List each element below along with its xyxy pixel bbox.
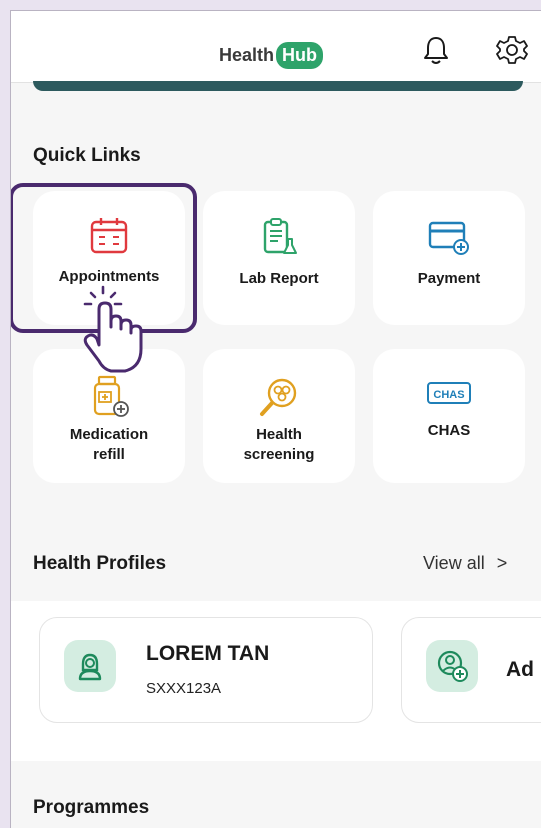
- bell-icon[interactable]: [419, 33, 453, 67]
- quick-link-label: Appointments: [58, 268, 160, 285]
- person-icon: [78, 653, 102, 681]
- quick-link-chas[interactable]: CHAS CHAS: [373, 349, 525, 483]
- profile-name: LOREM TAN: [146, 642, 270, 665]
- quick-link-lab-report[interactable]: Lab Report: [203, 191, 355, 325]
- quick-link-health-screening[interactable]: Health screening: [203, 349, 355, 483]
- profile-id: SXXX123A: [146, 680, 222, 697]
- calendar-icon: [90, 218, 128, 254]
- gear-icon[interactable]: [495, 33, 529, 67]
- pill-bottle-icon: [93, 375, 129, 417]
- svg-text:CHAS: CHAS: [433, 389, 464, 401]
- quick-links-title: Quick Links: [33, 145, 141, 166]
- avatar: [64, 640, 116, 692]
- healthhub-logo[interactable]: Health Hub: [219, 35, 329, 75]
- programmes-title: Programmes: [33, 797, 150, 818]
- app-header: Health Hub: [11, 11, 541, 83]
- quick-link-label: Lab Report: [239, 270, 319, 287]
- add-profile-label: Ad: [506, 658, 534, 681]
- clipboard-flask-icon: [263, 218, 297, 254]
- add-profile-card[interactable]: Ad: [401, 617, 541, 723]
- chevron-right-icon: >: [496, 553, 508, 573]
- avatar: [426, 640, 478, 692]
- logo-text-health: Health: [219, 44, 275, 65]
- chas-badge-icon: CHAS: [427, 382, 471, 404]
- quick-link-label: CHAS: [427, 422, 471, 439]
- magnifier-cells-icon: [260, 378, 297, 416]
- view-all-label: View all: [423, 553, 485, 573]
- add-person-icon: [437, 650, 468, 682]
- logo-text-hub: Hub: [272, 35, 329, 75]
- quick-link-payment[interactable]: Payment: [373, 191, 525, 325]
- banner-bottom-edge: [33, 81, 523, 91]
- quick-link-label: Payment: [417, 270, 481, 287]
- profile-card[interactable]: LOREM TAN SXXX123A: [39, 617, 373, 723]
- view-all-link[interactable]: View all >: [423, 553, 507, 574]
- quick-link-label: Health screening: [243, 426, 315, 463]
- health-profiles-title: Health Profiles: [33, 553, 167, 574]
- phone-screen: Health Hub Quick Links Appointments Lab …: [10, 10, 541, 828]
- hand-pointer-icon: [83, 285, 143, 373]
- quick-link-label: Medication refill: [69, 426, 149, 463]
- card-plus-icon: [428, 221, 469, 255]
